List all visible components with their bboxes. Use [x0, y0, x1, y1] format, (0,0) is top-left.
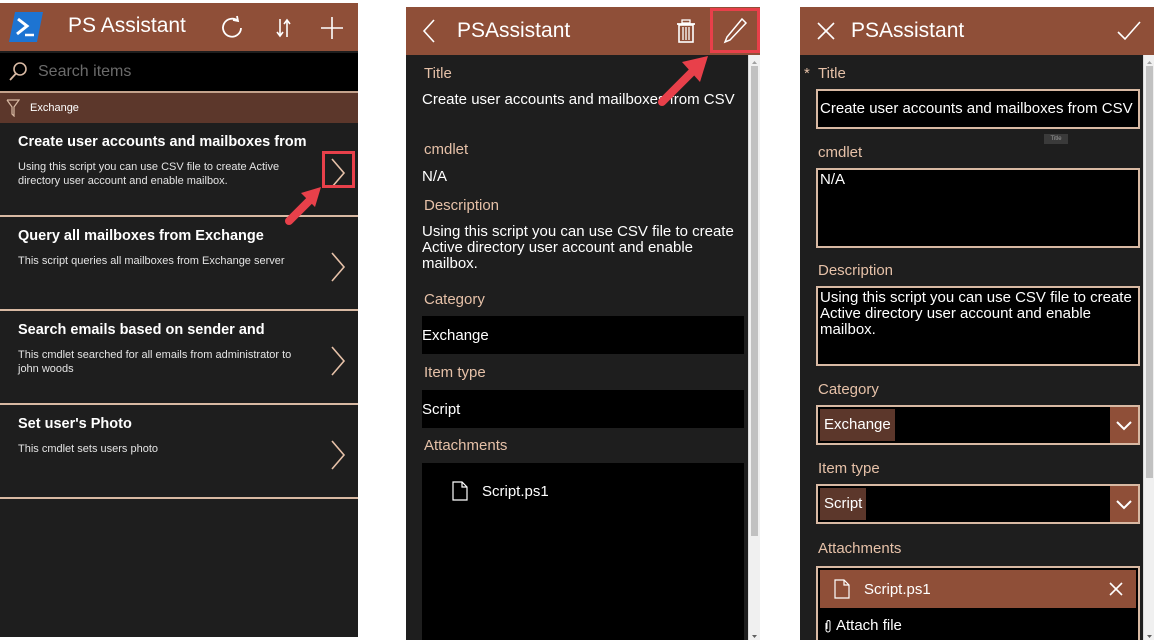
item-title: Search emails based on sender and [18, 322, 265, 338]
edit-icon[interactable] [714, 9, 756, 53]
chevron-right-icon[interactable] [329, 251, 347, 283]
item-type-label: Item type [424, 364, 486, 381]
app-header: PS Assistant [0, 3, 358, 51]
category-dropdown[interactable]: Exchange [816, 405, 1140, 445]
title-label: Title [818, 65, 846, 82]
item-title: Set user's Photo [18, 416, 132, 432]
chevron-right-icon[interactable] [329, 345, 347, 377]
vertical-scrollbar[interactable] [1143, 55, 1154, 640]
item-description: Using this script you can use CSV file t… [18, 161, 280, 187]
trash-icon[interactable] [676, 19, 696, 43]
scrollbar-thumb[interactable] [1146, 66, 1153, 478]
remove-attachment-icon[interactable] [1108, 581, 1124, 597]
item-description: This script queries all mailboxes from E… [18, 255, 285, 267]
detail-body: Title Create user accounts and mailboxes… [406, 55, 748, 640]
scrollbar-thumb[interactable] [751, 66, 758, 536]
chevron-right-icon[interactable] [329, 439, 347, 471]
paperclip-icon [824, 619, 832, 633]
powershell-logo-icon [9, 12, 43, 42]
attachment-name: Script.ps1 [864, 580, 931, 598]
attachments-label: Attachments [424, 437, 508, 454]
close-icon[interactable] [816, 21, 836, 41]
search-input[interactable] [38, 63, 338, 81]
detail-title: PSAssistant [457, 19, 571, 42]
edit-title: PSAssistant [851, 19, 965, 42]
search-bar [0, 53, 358, 93]
file-icon [452, 481, 468, 501]
item-type-selected: Script [820, 488, 867, 520]
attachments-box: Script.ps1 [422, 463, 744, 640]
description-label: Description [818, 262, 894, 279]
chevron-right-icon[interactable] [329, 157, 347, 189]
cmdlet-label: cmdlet [424, 141, 469, 158]
attach-file-button[interactable]: Attach file [824, 617, 902, 634]
check-icon[interactable] [1116, 19, 1142, 43]
sort-icon[interactable] [270, 14, 298, 42]
description-input[interactable]: Using this script you can use CSV file t… [816, 286, 1140, 366]
attachment-item[interactable]: Script.ps1 [452, 481, 549, 501]
item-type-label: Item type [818, 460, 880, 477]
file-icon [834, 579, 850, 599]
item-description: This cmdlet searched for all emails from… [18, 349, 292, 375]
item-edit-screen: PSAssistant * Title Create user accounts… [800, 7, 1154, 640]
list-item[interactable]: Set user's Photo This cmdlet sets users … [0, 405, 358, 499]
scroll-up-icon[interactable] [749, 55, 760, 66]
attachments-label: Attachments [818, 540, 902, 557]
attachment-item[interactable]: Script.ps1 [820, 570, 1136, 608]
category-label: Category [424, 291, 485, 308]
item-type-dropdown[interactable]: Script [816, 484, 1140, 524]
vertical-scrollbar[interactable] [748, 55, 760, 640]
list-item[interactable]: Query all mailboxes from Exchange This s… [0, 217, 358, 311]
search-icon [8, 61, 30, 83]
title-label: Title [424, 65, 452, 82]
chevron-down-icon[interactable] [1110, 407, 1138, 443]
chevron-down-icon[interactable] [1110, 486, 1138, 522]
edit-header: PSAssistant [800, 7, 1154, 55]
add-icon[interactable] [316, 12, 348, 44]
refresh-icon[interactable] [218, 14, 246, 42]
list-item[interactable]: Create user accounts and mailboxes from … [0, 123, 358, 217]
description-value: Using this script you can use CSV file t… [422, 223, 734, 272]
items-list: Create user accounts and mailboxes from … [0, 123, 358, 499]
cmdlet-label: cmdlet [818, 144, 863, 161]
attachment-name: Script.ps1 [482, 482, 549, 500]
filter-bar[interactable]: Exchange [0, 93, 358, 123]
item-type-value: Script [422, 390, 744, 428]
scroll-down-icon[interactable] [749, 629, 760, 640]
title-tooltip: Title [1044, 134, 1068, 144]
category-label: Category [818, 381, 879, 398]
attachments-control: Script.ps1 Attach file [816, 566, 1140, 640]
scroll-up-icon[interactable] [1144, 55, 1154, 66]
cmdlet-value: N/A [422, 168, 448, 185]
category-selected: Exchange [820, 409, 895, 441]
back-icon[interactable] [420, 18, 438, 44]
required-marker: * [804, 65, 810, 82]
detail-header: PSAssistant [406, 7, 760, 55]
cmdlet-input[interactable]: N/A [816, 168, 1140, 248]
item-detail-screen: PSAssistant Title Create user accounts a… [406, 7, 760, 640]
attach-file-label: Attach file [836, 617, 902, 634]
item-description: This cmdlet sets users photo [18, 443, 159, 455]
filter-label: Exchange [30, 102, 79, 114]
item-title: Create user accounts and mailboxes from [18, 134, 307, 150]
filter-icon [6, 99, 20, 117]
item-title: Query all mailboxes from Exchange [18, 228, 264, 244]
description-label: Description [424, 197, 500, 214]
items-list-screen: PS Assistant Search items Exchange Creat… [0, 3, 358, 637]
title-value: Create user accounts and mailboxes from … [422, 91, 735, 108]
title-input[interactable]: Create user accounts and mailboxes from … [816, 89, 1140, 129]
edit-form: * Title Create user accounts and mailbox… [800, 55, 1143, 640]
app-title: PS Assistant [68, 14, 186, 37]
scroll-down-icon[interactable] [1144, 629, 1154, 640]
list-item[interactable]: Search emails based on sender and This c… [0, 311, 358, 405]
category-value: Exchange [422, 316, 744, 354]
